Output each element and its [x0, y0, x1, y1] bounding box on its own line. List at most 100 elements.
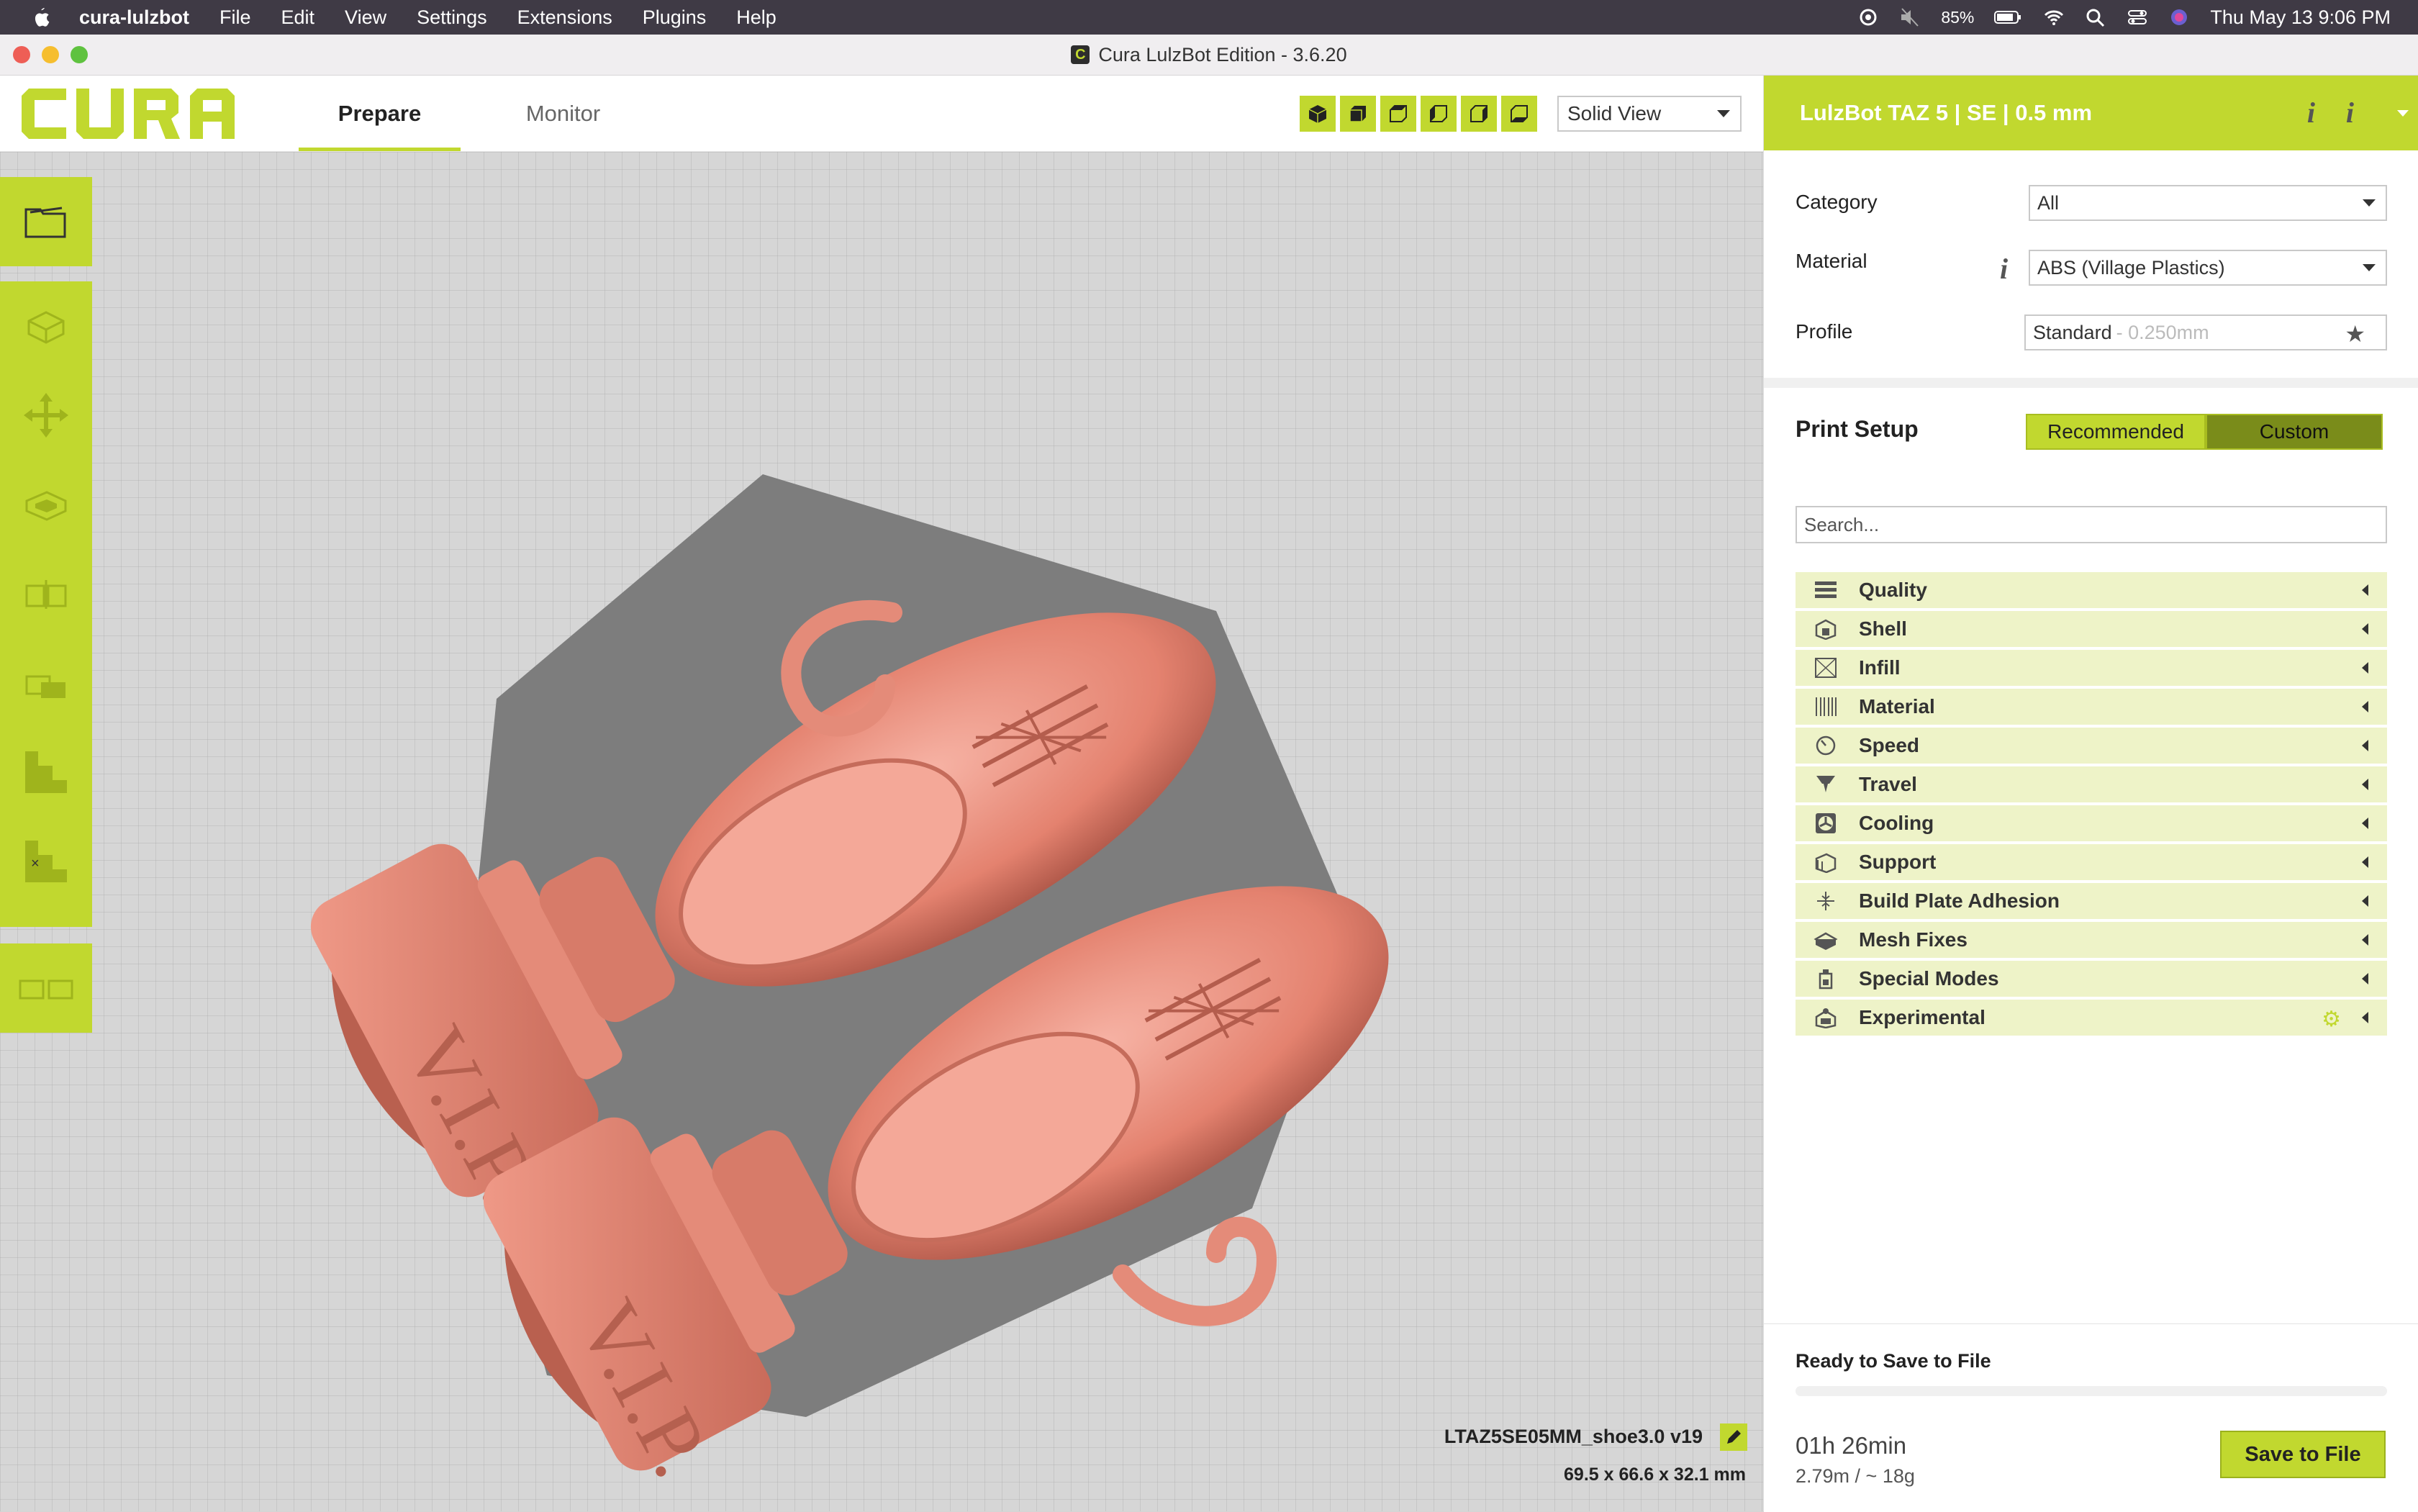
- view-left-button[interactable]: [1421, 96, 1457, 132]
- menu-help[interactable]: Help: [736, 6, 776, 29]
- menu-app-name[interactable]: cura-lulzbot: [79, 6, 189, 29]
- category-label: Mesh Fixes: [1859, 928, 1968, 951]
- view-top-button[interactable]: [1380, 96, 1416, 132]
- menu-view[interactable]: View: [345, 6, 386, 29]
- chevron-left-icon: [2362, 818, 2368, 829]
- support-icon: [1811, 848, 1840, 877]
- material-select[interactable]: ABS (Village Plastics): [2029, 250, 2387, 286]
- cooling-icon: [1811, 809, 1840, 838]
- category-select[interactable]: All: [2029, 185, 2387, 221]
- mute-icon[interactable]: [1899, 7, 1921, 27]
- material-value: ABS (Village Plastics): [2037, 256, 2225, 279]
- move-icon: [24, 393, 68, 438]
- output-panel: Ready to Save to File 01h 26min 2.79m / …: [1764, 1323, 2418, 1512]
- view-left-icon: [1430, 105, 1447, 122]
- open-file-group: [0, 177, 92, 266]
- category-infill[interactable]: Infill: [1796, 650, 2387, 686]
- support-eraser-button[interactable]: ×: [0, 817, 92, 906]
- category-experimental[interactable]: Experimental ⚙: [1796, 1000, 2387, 1036]
- chevron-left-icon: [2362, 701, 2368, 712]
- close-window-button[interactable]: [13, 46, 30, 63]
- view-mode-value: Solid View: [1567, 102, 1662, 125]
- menu-extensions[interactable]: Extensions: [517, 6, 612, 29]
- category-quality[interactable]: Quality: [1796, 572, 2387, 608]
- view-bottom-icon: [1511, 105, 1528, 122]
- profile-select[interactable]: Standard - 0.250mm ★: [2024, 314, 2387, 350]
- quality-icon: [1811, 576, 1840, 605]
- menu-plugins[interactable]: Plugins: [643, 6, 707, 29]
- category-label: Category: [1796, 191, 1878, 213]
- category-shell[interactable]: Shell: [1796, 611, 2387, 647]
- minimize-window-button[interactable]: [42, 46, 59, 63]
- view-front-button[interactable]: [1340, 96, 1376, 132]
- tab-prepare[interactable]: Prepare: [299, 76, 461, 151]
- category-speed[interactable]: Speed: [1796, 728, 2387, 764]
- control-center-icon[interactable]: [2127, 7, 2148, 27]
- material-info-icon[interactable]: i: [2000, 252, 2008, 286]
- multiply-group: [0, 943, 92, 1033]
- machine-selector[interactable]: LulzBot TAZ 5 | SE | 0.5 mm i i: [1764, 76, 2418, 150]
- category-material[interactable]: Material: [1796, 689, 2387, 725]
- recommended-mode-button[interactable]: Recommended: [2026, 414, 2206, 450]
- menu-edit[interactable]: Edit: [281, 6, 315, 29]
- rename-model-button[interactable]: [1720, 1423, 1747, 1451]
- menu-settings[interactable]: Settings: [417, 6, 487, 29]
- category-cooling[interactable]: Cooling: [1796, 805, 2387, 841]
- save-to-file-button[interactable]: Save to File: [2220, 1431, 2386, 1478]
- settings-search-input[interactable]: Search...: [1796, 506, 2387, 543]
- custom-mode-button[interactable]: Custom: [2206, 414, 2383, 450]
- category-build-plate-adhesion[interactable]: Build Plate Adhesion: [1796, 883, 2387, 919]
- view-front-icon: [1349, 106, 1366, 122]
- build-plate-scene: V.I.P. V.I.P.: [310, 474, 1389, 1492]
- category-label: Speed: [1859, 734, 1920, 756]
- pencil-icon: [1727, 1430, 1741, 1444]
- support-blocker-button[interactable]: [0, 728, 92, 817]
- view-right-button[interactable]: [1461, 96, 1497, 132]
- chevron-down-icon: [1717, 110, 1730, 117]
- profile-layer-height: - 0.250mm: [2116, 321, 2209, 343]
- multiply-button[interactable]: [0, 943, 92, 1033]
- select-tool-button[interactable]: [0, 281, 92, 371]
- menubar-datetime[interactable]: Thu May 13 9:06 PM: [2210, 6, 2391, 29]
- category-label: Material: [1859, 695, 1935, 717]
- support-eraser-icon: ×: [25, 841, 67, 882]
- category-travel[interactable]: Travel: [1796, 766, 2387, 802]
- apple-icon[interactable]: [32, 6, 50, 28]
- tab-monitor[interactable]: Monitor: [489, 76, 637, 151]
- battery-icon[interactable]: [1994, 7, 2023, 27]
- chevron-left-icon: [2362, 740, 2368, 751]
- 3d-viewport[interactable]: V.I.P. V.I.P. × LTAZ5SE05MM_shoe3.0 v19 …: [0, 152, 1763, 1511]
- category-label: Infill: [1859, 656, 1901, 679]
- per-model-settings-button[interactable]: [0, 638, 92, 728]
- wifi-icon[interactable]: [2043, 7, 2065, 27]
- spotlight-search-icon[interactable]: [2085, 7, 2106, 27]
- zoom-window-button[interactable]: [71, 46, 88, 63]
- rotate-tool-button[interactable]: [0, 549, 92, 638]
- view-3d-button[interactable]: [1300, 96, 1336, 132]
- window-title: Cura LulzBot Edition - 3.6.20: [1098, 43, 1347, 65]
- view-mode-select[interactable]: Solid View: [1557, 96, 1742, 132]
- category-support[interactable]: Support: [1796, 844, 2387, 880]
- model-dimensions: 69.5 x 66.6 x 32.1 mm: [1564, 1465, 1746, 1485]
- svg-text:×: ×: [31, 856, 40, 872]
- speed-icon: [1811, 731, 1840, 760]
- category-mesh-fixes[interactable]: Mesh Fixes: [1796, 922, 2387, 958]
- info-icon[interactable]: i: [2307, 96, 2315, 130]
- chevron-left-icon: [2362, 895, 2368, 907]
- gear-icon[interactable]: ⚙: [2322, 1007, 2341, 1032]
- material-icon: [1811, 692, 1840, 721]
- travel-icon: [1811, 770, 1840, 799]
- view-bottom-button[interactable]: [1501, 96, 1537, 132]
- move-tool-button[interactable]: [0, 371, 92, 460]
- category-label: Travel: [1859, 773, 1917, 795]
- category-special-modes[interactable]: Special Modes: [1796, 961, 2387, 997]
- siri-icon[interactable]: [2168, 7, 2190, 27]
- menu-file[interactable]: File: [219, 6, 251, 29]
- view-right-icon: [1470, 105, 1488, 122]
- info-icon[interactable]: i: [2346, 96, 2354, 130]
- chevron-down-icon: [2397, 110, 2409, 117]
- scale-tool-button[interactable]: [0, 460, 92, 549]
- creative-cloud-icon[interactable]: [1857, 7, 1879, 27]
- model-tools-group: ×: [0, 281, 92, 927]
- open-file-button[interactable]: [0, 177, 92, 266]
